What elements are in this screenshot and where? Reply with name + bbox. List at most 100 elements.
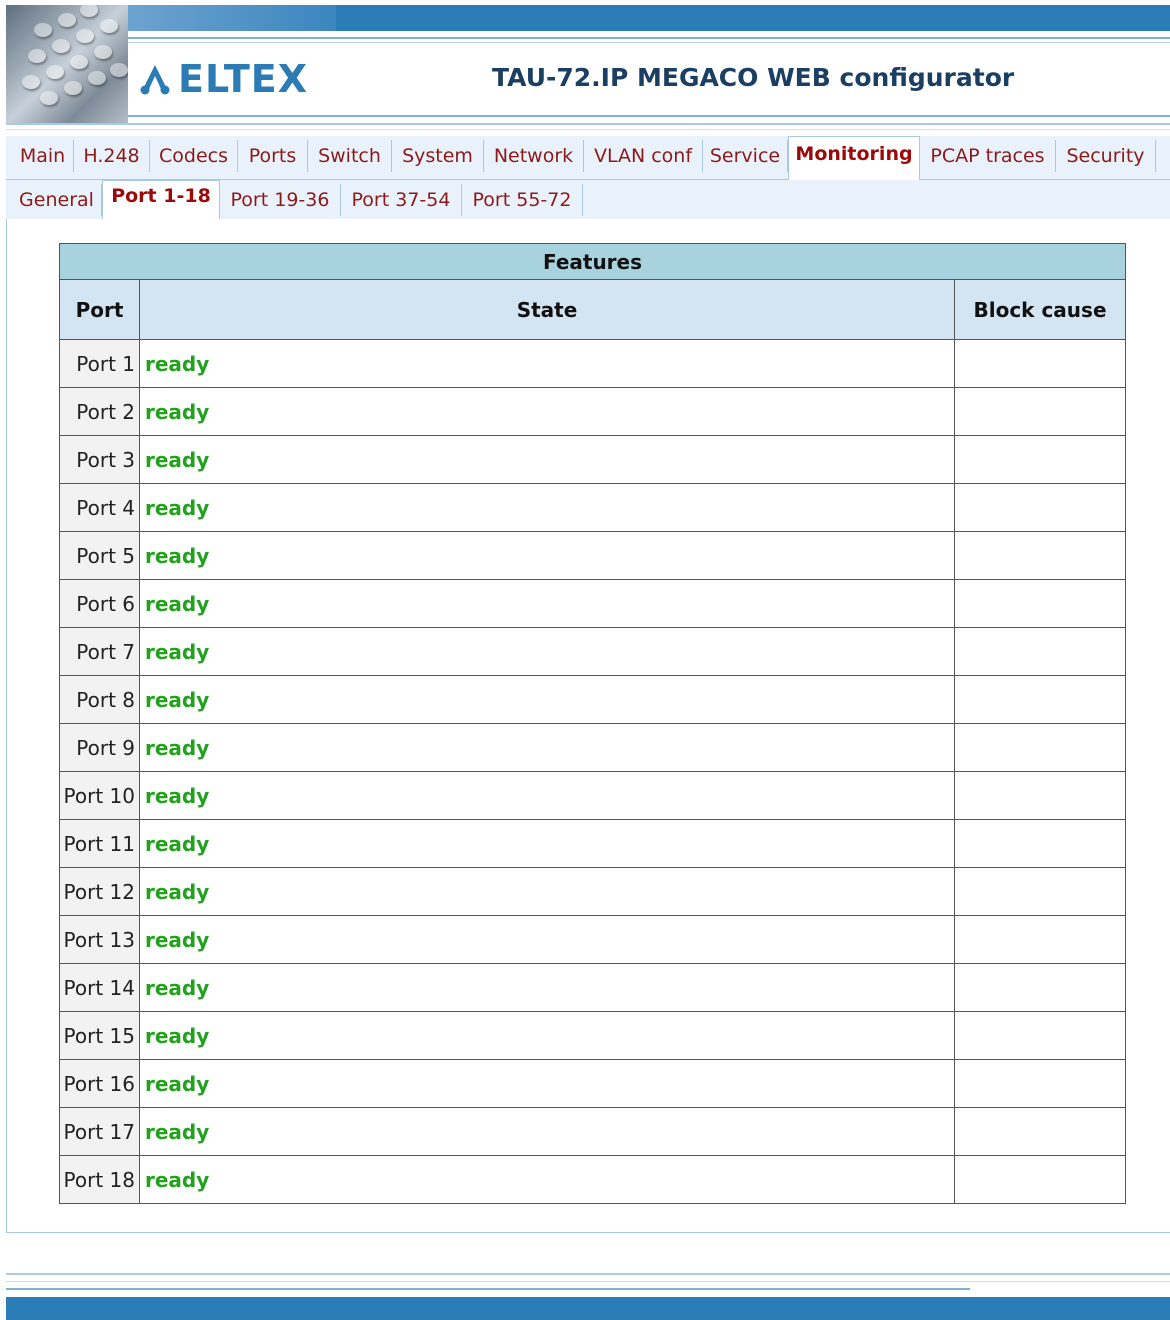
port-cell: Port 12 — [59, 867, 140, 916]
header: ELTEX TAU-72.IP MEGACO WEB configurator — [6, 5, 1170, 133]
table-row: Port 14 ready — [59, 963, 1126, 1012]
header-stripe — [126, 42, 1170, 43]
table-row: Port 13 ready — [59, 915, 1126, 964]
subtab-port-1-18[interactable]: Port 1-18 — [102, 180, 220, 220]
column-header-block-cause: Block cause — [954, 279, 1126, 340]
state-cell: ready — [139, 579, 955, 628]
block-cause-cell — [954, 963, 1126, 1012]
block-cause-cell — [954, 771, 1126, 820]
block-cause-cell — [954, 867, 1126, 916]
column-header-state: State — [139, 279, 955, 340]
state-cell: ready — [139, 1107, 955, 1156]
block-cause-cell — [954, 435, 1126, 484]
table-row: Port 1 ready — [59, 339, 1126, 388]
block-cause-cell — [954, 915, 1126, 964]
port-cell: Port 4 — [59, 483, 140, 532]
state-cell: ready — [139, 1155, 955, 1204]
port-cell: Port 7 — [59, 627, 140, 676]
table-row: Port 9 ready — [59, 723, 1126, 772]
port-cell: Port 16 — [59, 1059, 140, 1108]
port-cell: Port 14 — [59, 963, 140, 1012]
features-table: Features Port State Block cause Port 1 re… — [59, 243, 1126, 1204]
table-row: Port 2 ready — [59, 387, 1126, 436]
table-row: Port 12 ready — [59, 867, 1126, 916]
tab-system[interactable]: System — [392, 140, 484, 172]
header-top-bar — [126, 5, 1170, 31]
table-row: Port 10 ready — [59, 771, 1126, 820]
state-cell: ready — [139, 627, 955, 676]
footer-bar — [6, 1297, 1170, 1320]
tab-h248[interactable]: H.248 — [74, 140, 150, 172]
block-cause-cell — [954, 819, 1126, 868]
eltex-logo-icon — [140, 65, 170, 95]
port-cell: Port 2 — [59, 387, 140, 436]
state-cell: ready — [139, 771, 955, 820]
block-cause-cell — [954, 483, 1126, 532]
port-cell: Port 17 — [59, 1107, 140, 1156]
sub-tab-bar: General Port 1-18 Port 19-36 Port 37-54 … — [6, 180, 1170, 220]
app-title: TAU-72.IP MEGACO WEB configurator — [492, 63, 1015, 92]
column-header-port: Port — [59, 279, 140, 340]
logo-text: ELTEX — [178, 57, 309, 101]
state-cell: ready — [139, 723, 955, 772]
tab-switch[interactable]: Switch — [308, 140, 392, 172]
tab-security[interactable]: Security — [1056, 140, 1156, 172]
tab-vlan-conf[interactable]: VLAN conf — [584, 140, 703, 172]
keypad-photo — [6, 5, 128, 123]
state-cell: ready — [139, 1059, 955, 1108]
port-cell: Port 1 — [59, 339, 140, 388]
eltex-logo: ELTEX — [138, 57, 308, 101]
state-cell: ready — [139, 339, 955, 388]
state-cell: ready — [139, 435, 955, 484]
tab-pcap-traces[interactable]: PCAP traces — [920, 140, 1056, 172]
block-cause-cell — [954, 579, 1126, 628]
port-cell: Port 10 — [59, 771, 140, 820]
table-row: Port 18 ready — [59, 1155, 1126, 1204]
main-tab-bar: Main H.248 Codecs Ports Switch System Ne… — [6, 136, 1170, 180]
table-row: Port 4 ready — [59, 483, 1126, 532]
port-cell: Port 5 — [59, 531, 140, 580]
port-cell: Port 11 — [59, 819, 140, 868]
block-cause-cell — [954, 723, 1126, 772]
port-cell: Port 8 — [59, 675, 140, 724]
block-cause-cell — [954, 1107, 1126, 1156]
tab-monitoring[interactable]: Monitoring — [788, 136, 920, 180]
subtab-port-55-72[interactable]: Port 55-72 — [462, 184, 583, 216]
table-row: Port 15 ready — [59, 1011, 1126, 1060]
block-cause-cell — [954, 339, 1126, 388]
tab-ports[interactable]: Ports — [238, 140, 308, 172]
block-cause-cell — [954, 531, 1126, 580]
state-cell: ready — [139, 1011, 955, 1060]
tab-main[interactable]: Main — [12, 140, 74, 172]
header-stripe — [6, 123, 1170, 125]
port-cell: Port 6 — [59, 579, 140, 628]
port-cell: Port 15 — [59, 1011, 140, 1060]
port-cell: Port 9 — [59, 723, 140, 772]
table-row: Port 16 ready — [59, 1059, 1126, 1108]
state-cell: ready — [139, 819, 955, 868]
subtab-port-37-54[interactable]: Port 37-54 — [341, 184, 462, 216]
state-cell: ready — [139, 531, 955, 580]
state-cell: ready — [139, 387, 955, 436]
tab-codecs[interactable]: Codecs — [150, 140, 238, 172]
state-cell: ready — [139, 915, 955, 964]
tab-network[interactable]: Network — [484, 140, 584, 172]
table-row: Port 5 ready — [59, 531, 1126, 580]
state-cell: ready — [139, 963, 955, 1012]
table-row: Port 11 ready — [59, 819, 1126, 868]
block-cause-cell — [954, 675, 1126, 724]
subtab-general[interactable]: General — [12, 184, 102, 216]
table-row: Port 3 ready — [59, 435, 1126, 484]
tab-service[interactable]: Service — [703, 140, 788, 172]
port-cell: Port 18 — [59, 1155, 140, 1204]
header-stripe — [126, 115, 1170, 117]
header-stripe — [126, 37, 1170, 39]
port-cell: Port 3 — [59, 435, 140, 484]
footer — [6, 1233, 1170, 1320]
port-cell: Port 13 — [59, 915, 140, 964]
table-row: Port 7 ready — [59, 627, 1126, 676]
table-title: Features — [59, 243, 1126, 280]
state-cell: ready — [139, 483, 955, 532]
subtab-port-19-36[interactable]: Port 19-36 — [220, 184, 341, 216]
header-stripe — [6, 129, 1170, 130]
